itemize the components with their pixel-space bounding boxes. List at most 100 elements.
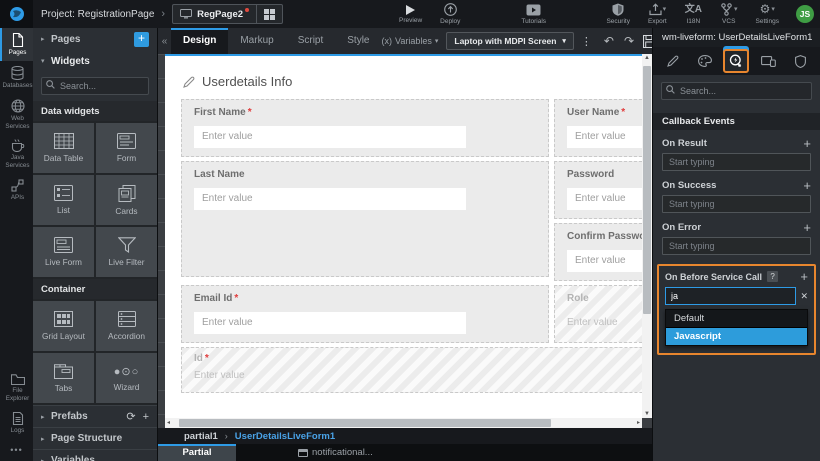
rail-item-apis[interactable]: APIs [0, 174, 33, 206]
field-input[interactable]: Enter value [567, 312, 642, 334]
export-button[interactable]: ▾ Export [648, 3, 667, 25]
tab-markup[interactable]: Markup [228, 28, 285, 54]
scroll-down-arrow[interactable]: ▼ [642, 411, 652, 417]
redo-button[interactable]: ↷ [624, 34, 634, 48]
add-action-icon[interactable]: + [800, 272, 808, 282]
preview-button[interactable]: Preview [399, 5, 422, 24]
on-result-input[interactable] [662, 153, 811, 171]
widget-tile-cards[interactable]: Cards [96, 175, 157, 225]
widget-tile-tabs[interactable]: Tabs [33, 353, 94, 403]
help-icon[interactable]: ? [767, 271, 778, 282]
widget-tile-wizard[interactable]: ●⊙○ Wizard [96, 353, 157, 403]
horizontal-scrollbar[interactable]: ◂ ▸ [165, 418, 642, 428]
tab-properties[interactable] [660, 49, 686, 73]
rail-item-pages[interactable]: Pages [0, 28, 33, 61]
live-form[interactable]: First Name* Enter value User Name* Enter… [181, 99, 642, 393]
design-canvas[interactable]: Userdetails Info First Name* Enter value… [165, 54, 642, 418]
field-role-hidden[interactable]: Role Enter value [554, 285, 642, 343]
breadcrumb-liveform[interactable]: UserDetailsLiveForm1 [235, 431, 335, 442]
settings-button[interactable]: ⚙ ▾ Settings [756, 3, 780, 25]
close-icon[interactable]: ✕ [800, 291, 808, 302]
tab-script[interactable]: Script [286, 28, 336, 54]
variables-section-header[interactable]: ▸ Variables [33, 449, 157, 461]
undo-button[interactable]: ↶ [604, 34, 614, 48]
widgets-section-header[interactable]: ▾ Widgets [33, 50, 157, 72]
rail-item-java-services[interactable]: Java Services [0, 134, 33, 174]
tab-security[interactable] [787, 49, 813, 73]
page-selector[interactable]: RegPage2 [172, 4, 283, 24]
field-user-name[interactable]: User Name* Enter value [554, 99, 642, 157]
field-input[interactable]: Enter value [567, 126, 642, 148]
rail-more-button[interactable]: ••• [0, 439, 33, 461]
add-action-icon[interactable]: + [803, 139, 811, 149]
widget-tile-list[interactable]: List [33, 175, 94, 225]
wavemaker-logo[interactable] [0, 0, 33, 28]
field-last-name[interactable]: Last Name Enter value [181, 161, 549, 277]
widget-tile-form[interactable]: Form [96, 123, 157, 173]
tab-events[interactable] [723, 49, 749, 73]
vertical-scroll-thumb[interactable] [643, 66, 651, 314]
pages-section-header[interactable]: ▸ Pages + [33, 28, 157, 50]
collapse-left-button[interactable]: « [158, 36, 171, 47]
widget-tile-live-filter[interactable]: Live Filter [96, 227, 157, 277]
add-page-button[interactable]: + [134, 32, 149, 47]
widget-tile-data-table[interactable]: Data Table [33, 123, 94, 173]
field-first-name[interactable]: First Name* Enter value [181, 99, 549, 157]
vcs-button[interactable]: ▾ VCS [720, 3, 738, 25]
page-grid-button[interactable] [257, 5, 282, 23]
field-input[interactable]: Enter value [567, 250, 642, 272]
deploy-button[interactable]: Deploy [440, 3, 460, 25]
variables-dropdown[interactable]: (x) Variables ▾ [382, 36, 439, 46]
tab-devices[interactable] [755, 49, 781, 73]
field-input[interactable]: Enter value [194, 312, 466, 334]
tab-partial[interactable]: Partial [158, 444, 236, 461]
on-success-input[interactable] [662, 195, 811, 213]
scroll-left-arrow[interactable]: ◂ [167, 419, 170, 426]
more-options-button[interactable]: ⋮ [581, 35, 592, 48]
field-confirm-password[interactable]: Confirm Password Enter value [554, 223, 642, 281]
rail-item-logs[interactable]: Logs [0, 407, 33, 439]
page-structure-section-header[interactable]: ▸ Page Structure [33, 427, 157, 449]
on-error-input[interactable] [662, 237, 811, 255]
tab-style[interactable]: Style [335, 28, 381, 54]
field-input[interactable]: Enter value [194, 188, 466, 210]
widget-tile-live-form[interactable]: Live Form [33, 227, 94, 277]
option-javascript[interactable]: Javascript [666, 328, 807, 345]
tab-notificational[interactable]: notificational... [298, 444, 373, 461]
widget-search-input[interactable] [41, 77, 149, 95]
widget-tile-grid-layout[interactable]: Grid Layout [33, 301, 94, 351]
device-selector[interactable]: Laptop with MDPI Screen ▾ [446, 32, 574, 50]
vertical-scrollbar[interactable]: ▲ ▼ [642, 54, 652, 418]
tab-styles[interactable] [692, 49, 718, 73]
option-default[interactable]: Default [666, 310, 807, 327]
scroll-right-arrow[interactable]: ▸ [637, 419, 640, 426]
field-input[interactable]: Enter value [194, 368, 642, 384]
security-button[interactable]: Security [606, 3, 629, 25]
tab-design[interactable]: Design [171, 28, 228, 54]
breadcrumb-partial1[interactable]: partial1 [184, 431, 218, 442]
field-input[interactable]: Enter value [567, 188, 642, 210]
widget-tile-accordion[interactable]: Accordion [96, 301, 157, 351]
scroll-up-arrow[interactable]: ▲ [642, 55, 652, 61]
form-header[interactable]: Userdetails Info [181, 66, 642, 99]
add-action-icon[interactable]: + [803, 223, 811, 233]
on-before-service-call-input[interactable] [665, 287, 796, 305]
chevron-right-icon: › [225, 431, 228, 441]
refresh-prefabs-icon[interactable]: ⟳ [126, 410, 135, 423]
i18n-button[interactable]: 文A I18N [685, 3, 702, 25]
user-avatar[interactable]: JS [796, 5, 814, 23]
add-action-icon[interactable]: + [803, 181, 811, 191]
rail-item-web-services[interactable]: Web Services [0, 94, 33, 135]
event-on-result: On Result + [662, 138, 811, 171]
tutorials-button[interactable]: Tutorials [521, 4, 546, 25]
field-email-id[interactable]: Email Id* Enter value [181, 285, 549, 343]
rail-item-file-explorer[interactable]: File Explorer [0, 369, 33, 407]
field-id-hidden[interactable]: Id* Enter value [181, 347, 642, 393]
field-password[interactable]: Password Enter value [554, 161, 642, 219]
rail-item-databases[interactable]: Databases [0, 61, 33, 94]
prefabs-section-header[interactable]: ▸ Prefabs ⟳ + [33, 405, 157, 427]
field-input[interactable]: Enter value [194, 126, 466, 148]
add-prefab-icon[interactable]: + [143, 411, 149, 423]
horizontal-scroll-thumb[interactable] [179, 419, 551, 427]
properties-search-input[interactable] [661, 82, 812, 100]
